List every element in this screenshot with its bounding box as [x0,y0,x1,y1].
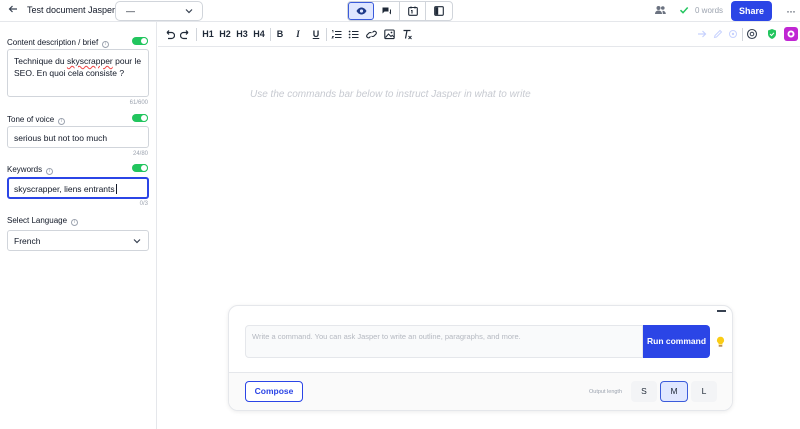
word-count: 0 words [695,6,724,15]
share-button[interactable]: Share [731,1,772,21]
lightbulb-icon[interactable] [716,336,725,348]
keywords-label: Keywords i [7,165,54,175]
length-large-button[interactable]: L [691,381,717,402]
editor-toolbar: H1 H2 H3 H4 B I U [158,22,800,47]
document-brief-sidebar: Content description / brief i Technique d… [0,22,157,429]
brief-label: Content description / brief i [7,38,110,48]
length-medium-button[interactable]: M [660,381,688,402]
image-icon[interactable] [384,28,395,41]
brief-toggle[interactable] [132,37,148,45]
toolbar-divider [270,28,271,41]
brief-counter: 61/600 [129,100,148,106]
info-icon: i [71,219,79,226]
view-mode-toggle [347,1,453,21]
text-cursor [115,184,117,194]
shield-check-icon[interactable] [766,28,778,40]
run-command-button[interactable]: Run command [643,325,710,358]
keywords-counter: 0/3 [139,201,148,207]
view-sidebar-button[interactable] [426,2,452,20]
preset-dropdown[interactable]: — [115,1,203,21]
info-icon: i [102,41,110,48]
back-arrow-icon[interactable] [6,4,20,18]
heading-4-button[interactable]: H4 [252,28,266,41]
language-value: French [14,236,41,246]
sparkle-icon[interactable] [727,28,739,40]
toolbar-divider [326,28,327,41]
command-input[interactable]: Write a command. You can ask Jasper to w… [245,325,643,358]
layout-sidebar-icon [434,6,444,16]
length-small-button[interactable]: S [631,381,657,402]
tone-counter: 24/80 [132,151,148,157]
people-icon[interactable] [655,5,666,15]
italic-button[interactable]: I [293,28,303,41]
view-preview-button[interactable] [348,2,375,20]
check-icon [679,6,689,14]
pencil-icon[interactable] [712,28,724,40]
view-chat-button[interactable] [374,2,401,20]
chat-bubbles-icon [382,7,391,14]
info-icon: i [46,168,54,175]
editor-placeholder[interactable]: Use the commands bar below to instruct J… [250,89,531,100]
command-panel: Write a command. You can ask Jasper to w… [228,305,733,411]
compose-button[interactable]: Compose [245,381,303,402]
heading-3-button[interactable]: H3 [235,28,249,41]
more-dots-icon[interactable]: ··· [786,4,796,18]
toolbar-divider [742,28,743,41]
arrow-right-icon[interactable] [696,28,708,40]
brief-textarea[interactable]: Technique du skyscrapper pour le SEO. En… [7,49,149,97]
command-placeholder: Write a command. You can ask Jasper to w… [252,332,521,341]
tone-label: Tone of voice i [7,115,66,125]
bullet-list-icon[interactable] [348,28,359,41]
clear-format-icon[interactable] [402,28,413,41]
tone-input[interactable]: serious but not too much [7,126,149,148]
underline-button[interactable]: U [311,28,321,41]
grammarly-badge-icon[interactable] [784,27,798,41]
undo-icon[interactable] [164,28,175,41]
bold-button[interactable]: B [275,28,285,41]
tone-toggle[interactable] [132,114,148,122]
heading-2-button[interactable]: H2 [218,28,232,41]
preset-value: — [126,6,135,16]
language-label: Select Language i [7,216,79,226]
chevron-down-icon [133,239,141,244]
heading-1-button[interactable]: H1 [201,28,215,41]
calendar-icon [407,6,418,16]
info-icon: i [58,118,66,125]
collapse-panel-button[interactable] [717,310,726,317]
language-dropdown[interactable]: French [7,230,149,251]
view-calendar-button[interactable] [400,2,427,20]
link-icon[interactable] [366,28,377,41]
redo-icon[interactable] [180,28,191,41]
output-length-label: Output length [589,389,623,395]
numbered-list-icon[interactable] [331,28,342,41]
keywords-input[interactable]: skyscrapper, liens entrants [7,177,149,199]
keywords-toggle[interactable] [132,164,148,172]
toolbar-divider [196,28,197,41]
eye-icon [356,7,366,15]
top-bar: Test document Jasper — 0 words Share ··· [0,0,800,22]
document-title[interactable]: Test document Jasper [27,5,115,15]
chevron-down-icon [185,9,193,14]
plagiarism-check-icon[interactable] [746,28,758,40]
